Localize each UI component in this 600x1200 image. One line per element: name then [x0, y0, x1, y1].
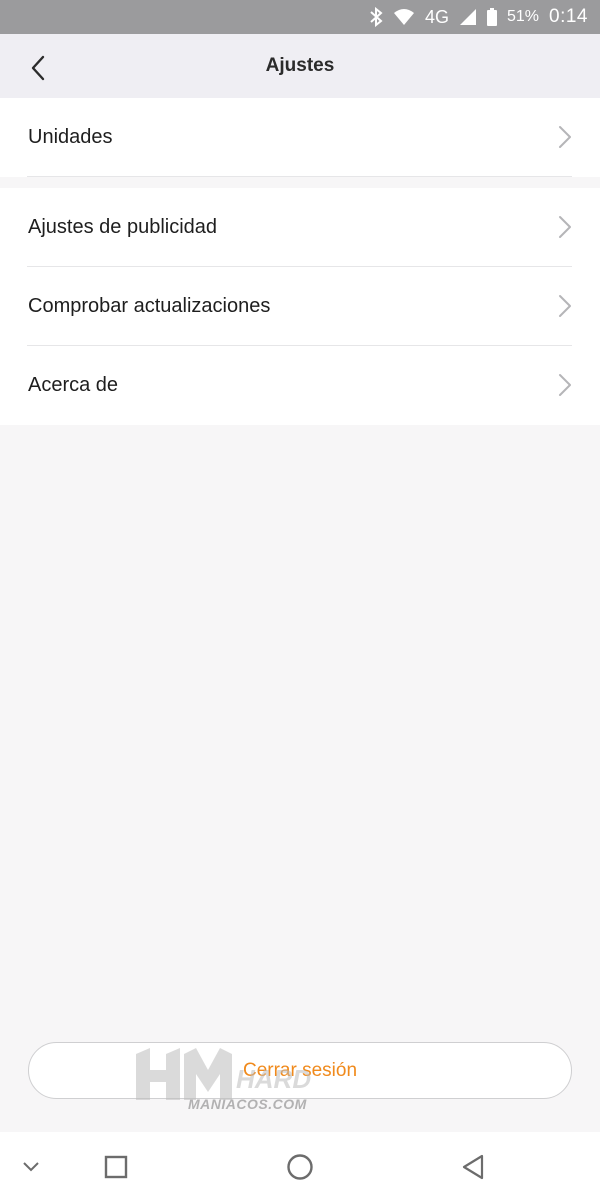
- system-navigation-bar: [0, 1132, 600, 1200]
- signal-icon: [459, 8, 477, 26]
- home-icon: [287, 1154, 313, 1180]
- network-type: 4G: [424, 6, 449, 27]
- recents-icon: [104, 1155, 128, 1179]
- settings-group-units: Unidades: [0, 98, 600, 177]
- chevron-right-icon: [559, 216, 571, 238]
- settings-item-label: Acerca de: [28, 374, 119, 396]
- chevron-right-icon: [559, 374, 571, 396]
- settings-item-label: Unidades: [28, 126, 113, 148]
- hide-keyboard-button[interactable]: [18, 1154, 44, 1180]
- bluetooth-icon: [369, 7, 383, 27]
- wifi-icon: [393, 8, 415, 26]
- recents-button[interactable]: [102, 1153, 130, 1181]
- page-title: Ajustes: [265, 55, 335, 76]
- divider: [27, 176, 572, 177]
- logout-button[interactable]: Cerrar sesión: [28, 1042, 572, 1099]
- top-app-bar: Ajustes: [0, 34, 600, 98]
- status-bar: 4G 51% 0:14: [0, 0, 600, 34]
- settings-item-label: Comprobar actualizaciones: [28, 295, 271, 317]
- settings-item-ajustes-publicidad[interactable]: Ajustes de publicidad: [0, 188, 600, 267]
- settings-group-general: Ajustes de publicidad Comprobar actualiz…: [0, 188, 600, 425]
- clock: 0:14: [549, 6, 588, 27]
- chevron-right-icon: [559, 126, 571, 148]
- settings-item-unidades[interactable]: Unidades: [0, 98, 600, 177]
- back-nav-button[interactable]: [458, 1152, 488, 1182]
- battery-percentage: 51%: [506, 8, 540, 25]
- settings-item-acerca-de[interactable]: Acerca de: [0, 346, 600, 425]
- back-button[interactable]: [24, 54, 52, 82]
- settings-item-comprobar-actualizaciones[interactable]: Comprobar actualizaciones: [0, 267, 600, 346]
- home-button[interactable]: [284, 1151, 316, 1183]
- battery-icon: [486, 8, 497, 26]
- back-icon: [462, 1154, 484, 1180]
- hide-keyboard-icon: [23, 1162, 39, 1172]
- logout-label: Cerrar sesión: [242, 1059, 358, 1081]
- chevron-left-icon: [31, 55, 45, 81]
- chevron-right-icon: [559, 295, 571, 317]
- settings-item-label: Ajustes de publicidad: [28, 216, 218, 238]
